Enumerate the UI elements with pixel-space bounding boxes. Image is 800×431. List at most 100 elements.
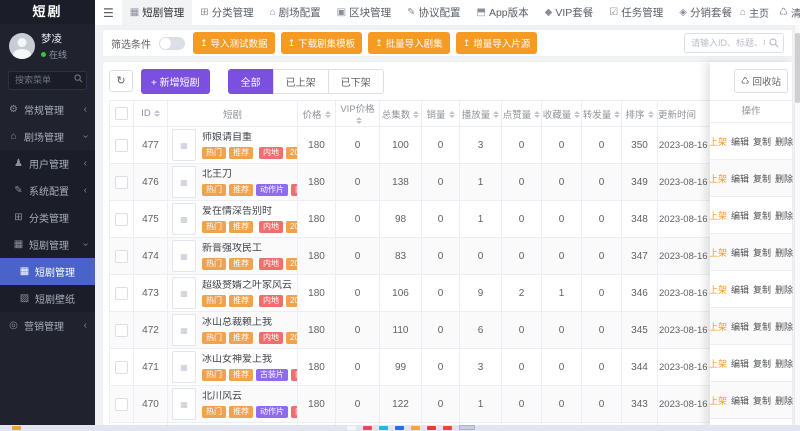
nav-tab-block-management[interactable]: ▣区块管理: [329, 0, 399, 25]
action-publish-link[interactable]: 上架: [709, 394, 727, 407]
cover-thumbnail[interactable]: ▦: [172, 129, 196, 161]
cover-thumbnail[interactable]: ▦: [172, 314, 196, 346]
sidebar-item-drama-wallpaper[interactable]: ▨短剧壁纸: [0, 285, 95, 312]
cover-thumbnail[interactable]: ▦: [172, 166, 196, 198]
taskbar-app-icon[interactable]: [443, 426, 452, 430]
nav-tab-app-version[interactable]: ⬒App版本: [469, 0, 537, 25]
row-checkbox[interactable]: [115, 213, 128, 226]
action-edit-link[interactable]: 编辑: [731, 394, 749, 407]
action-edit-link[interactable]: 编辑: [731, 209, 749, 222]
scrollbar-thumb[interactable]: [795, 33, 800, 103]
add-drama-button[interactable]: + 新增短剧: [141, 69, 210, 94]
action-delete-link[interactable]: 删除: [775, 209, 793, 222]
action-delete-link[interactable]: 删除: [775, 283, 793, 296]
action-edit-link[interactable]: 编辑: [731, 283, 749, 296]
filter-toggle[interactable]: [159, 37, 185, 50]
os-taskbar[interactable]: [0, 425, 800, 431]
cover-thumbnail[interactable]: ▦: [172, 240, 196, 272]
nav-tab-theater-config[interactable]: ⌂剧场配置: [262, 0, 329, 25]
clear-cache-button[interactable]: ♺ 清除缓存: [779, 5, 800, 20]
cover-thumbnail[interactable]: ▦: [172, 277, 196, 309]
sort-icon[interactable]: [154, 110, 160, 117]
sort-icon[interactable]: [534, 111, 540, 118]
action-publish-link[interactable]: 上架: [709, 320, 727, 333]
sort-icon[interactable]: [413, 111, 419, 118]
nav-tab-drama-management[interactable]: ▦短剧管理: [122, 0, 192, 25]
nav-tab-task-management[interactable]: ☑任务管理: [601, 0, 671, 25]
row-checkbox[interactable]: [115, 324, 128, 337]
action-copy-link[interactable]: 复制: [753, 283, 771, 296]
import-action-button-2[interactable]: ↥批量导入剧集: [368, 32, 450, 54]
action-copy-link[interactable]: 复制: [753, 394, 771, 407]
status-tab-off-shelf[interactable]: 已下架: [328, 69, 384, 94]
taskbar-app-icon[interactable]: [363, 426, 372, 430]
nav-tab-category-management[interactable]: ⊞分类管理: [192, 0, 261, 25]
action-copy-link[interactable]: 复制: [753, 135, 771, 148]
action-copy-link[interactable]: 复制: [753, 172, 771, 185]
taskbar-active-window[interactable]: [459, 425, 475, 430]
nav-tab-distribution-package[interactable]: ◈分销套餐: [671, 0, 740, 25]
select-all-checkbox[interactable]: [115, 107, 128, 120]
action-copy-link[interactable]: 复制: [753, 209, 771, 222]
row-checkbox[interactable]: [115, 287, 128, 300]
action-delete-link[interactable]: 删除: [775, 135, 793, 148]
action-publish-link[interactable]: 上架: [709, 283, 727, 296]
import-action-button-0[interactable]: ↥导入测试数据: [193, 32, 275, 54]
refresh-button[interactable]: ↻: [109, 70, 133, 92]
sidebar-item-marketing-management[interactable]: ◎营销管理‹: [0, 312, 95, 339]
cover-thumbnail[interactable]: ▦: [172, 351, 196, 383]
action-publish-link[interactable]: 上架: [709, 246, 727, 259]
nav-tab-vip-package[interactable]: ◆VIP套餐: [537, 0, 602, 25]
row-checkbox[interactable]: [115, 139, 128, 152]
taskbar-app-icon[interactable]: [427, 426, 436, 430]
action-publish-link[interactable]: 上架: [709, 357, 727, 370]
action-copy-link[interactable]: 复制: [753, 320, 771, 333]
row-checkbox[interactable]: [115, 398, 128, 411]
action-edit-link[interactable]: 编辑: [731, 135, 749, 148]
taskbar-app-icon[interactable]: [395, 426, 404, 430]
home-link[interactable]: ⌂ 主页: [740, 5, 769, 20]
recycle-bin-button[interactable]: ♺ 回收站: [734, 69, 788, 93]
nav-tab-protocol-config[interactable]: ✎协议配置: [399, 0, 468, 25]
action-edit-link[interactable]: 编辑: [731, 246, 749, 259]
sort-icon[interactable]: [614, 111, 620, 118]
action-publish-link[interactable]: 上架: [709, 172, 727, 185]
sidebar-item-general-management[interactable]: ⚙常规管理‹: [0, 96, 95, 123]
action-edit-link[interactable]: 编辑: [731, 320, 749, 333]
sidebar-item-user-management[interactable]: ♟用户管理‹: [0, 150, 95, 177]
action-copy-link[interactable]: 复制: [753, 357, 771, 370]
sort-icon[interactable]: [356, 117, 362, 124]
taskbar-app-icon[interactable]: [379, 426, 388, 430]
action-delete-link[interactable]: 删除: [775, 357, 793, 370]
status-tab-all[interactable]: 全部: [228, 69, 274, 94]
import-action-button-3[interactable]: ↥增量导入片源: [456, 32, 538, 54]
row-checkbox[interactable]: [115, 176, 128, 189]
action-edit-link[interactable]: 编辑: [731, 172, 749, 185]
status-tab-on-shelf[interactable]: 已上架: [273, 69, 329, 94]
row-checkbox[interactable]: [115, 250, 128, 263]
sort-icon[interactable]: [648, 111, 654, 118]
cover-thumbnail[interactable]: ▦: [172, 203, 196, 235]
row-checkbox[interactable]: [115, 361, 128, 374]
sidebar-item-drama-management-group[interactable]: ▦短剧管理‹: [0, 231, 95, 258]
action-publish-link[interactable]: 上架: [709, 209, 727, 222]
sidebar-item-category-management[interactable]: ⊞分类管理: [0, 204, 95, 231]
sort-icon[interactable]: [325, 111, 331, 118]
action-delete-link[interactable]: 删除: [775, 394, 793, 407]
sort-icon[interactable]: [574, 111, 580, 118]
action-delete-link[interactable]: 删除: [775, 246, 793, 259]
action-publish-link[interactable]: 上架: [709, 135, 727, 148]
action-copy-link[interactable]: 复制: [753, 246, 771, 259]
taskbar-app-icon[interactable]: [347, 426, 356, 430]
sort-icon[interactable]: [493, 111, 499, 118]
taskbar-app-icon[interactable]: [411, 426, 420, 430]
action-delete-link[interactable]: 删除: [775, 172, 793, 185]
import-action-button-1[interactable]: ↥下载剧集模板: [281, 32, 363, 54]
sidebar-item-system-config[interactable]: ✎系统配置‹: [0, 177, 95, 204]
sidebar-item-theater-management[interactable]: ⌂剧场管理‹: [0, 123, 95, 150]
search-icon[interactable]: [769, 38, 779, 48]
hamburger-icon[interactable]: ☰: [95, 6, 122, 20]
sort-icon[interactable]: [449, 111, 455, 118]
page-scrollbar[interactable]: [794, 25, 800, 425]
sidebar-item-drama-list[interactable]: ▦短剧管理: [0, 258, 95, 285]
